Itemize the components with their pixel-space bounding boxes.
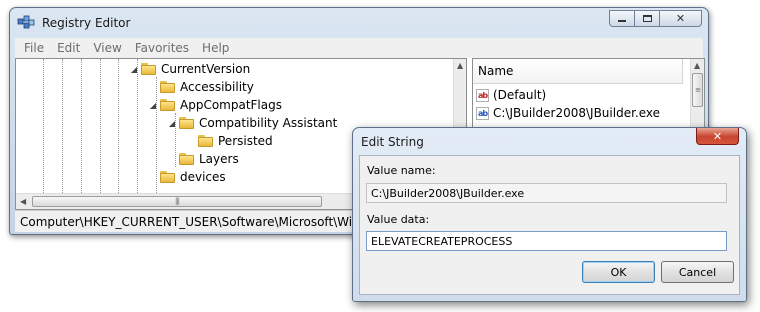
menu-file[interactable]: File: [24, 41, 44, 55]
maximize-icon: [642, 15, 652, 22]
collapse-arrow-icon[interactable]: ◢: [148, 101, 158, 110]
horizontal-scroll-thumb[interactable]: |||: [32, 196, 322, 207]
tree-item-compatibility-assistant[interactable]: ◢ Compatibility Assistant: [167, 114, 337, 132]
tree-item-label: Layers: [199, 152, 239, 166]
tree-item-persisted[interactable]: Persisted: [186, 132, 273, 150]
close-button[interactable]: ✕: [659, 10, 702, 27]
menu-favorites[interactable]: Favorites: [135, 41, 189, 55]
caption-buttons: ✕: [609, 10, 702, 27]
scroll-up-icon[interactable]: ▲: [694, 61, 700, 70]
list-item-label: C:\JBuilder2008\JBuilder.exe: [493, 106, 661, 120]
tree-item-currentversion[interactable]: ◢ CurrentVersion: [129, 60, 250, 78]
tree-item-label: devices: [180, 170, 226, 184]
dialog-title: Edit String: [361, 135, 424, 149]
tree-guide-line: [81, 59, 82, 193]
minimize-icon: [618, 20, 626, 22]
minimize-button[interactable]: [609, 10, 635, 27]
ok-button[interactable]: OK: [582, 261, 655, 283]
dialog-close-button[interactable]: ✕: [696, 128, 739, 145]
folder-icon: [179, 153, 194, 165]
maximize-button[interactable]: [634, 10, 660, 27]
folder-icon: [198, 135, 213, 147]
list-item-default[interactable]: ab (Default): [476, 86, 546, 104]
value-data-label: Value data:: [367, 213, 430, 226]
edit-string-dialog: Edit String ✕ Value name: C:\JBuilder200…: [352, 127, 747, 302]
vertical-scroll-thumb[interactable]: ≡: [692, 73, 703, 107]
tree-item-label: CurrentVersion: [161, 62, 251, 76]
tree-guide-line: [62, 59, 63, 193]
value-name-field: C:\JBuilder2008\JBuilder.exe: [366, 183, 727, 203]
value-data-input[interactable]: [366, 231, 727, 251]
tree-item-appcompatflags[interactable]: ◢ AppCompatFlags: [148, 96, 282, 114]
scroll-left-icon[interactable]: ◀: [20, 197, 26, 206]
tree-item-devices[interactable]: devices: [148, 168, 226, 186]
folder-open-icon: [179, 117, 194, 129]
ab-string-icon: ab: [476, 88, 489, 102]
tree-item-label: AppCompatFlags: [180, 98, 282, 112]
menu-edit[interactable]: Edit: [57, 41, 80, 55]
menu-view[interactable]: View: [93, 41, 121, 55]
dialog-body: Value name: C:\JBuilder2008\JBuilder.exe…: [359, 155, 740, 295]
grip-icon: ≡: [695, 85, 701, 94]
tree-guide-line: [118, 59, 119, 193]
menu-bar: File Edit View Favorites Help: [15, 38, 703, 58]
collapse-arrow-icon[interactable]: ◢: [129, 65, 139, 74]
tree-item-label: Persisted: [218, 134, 273, 148]
registry-editor-icon: [17, 15, 35, 29]
folder-icon: [160, 81, 175, 93]
folder-icon: [160, 171, 175, 183]
title-bar[interactable]: Registry Editor ✕: [10, 8, 708, 38]
list-item-label: (Default): [493, 88, 547, 102]
tree-item-accessibility[interactable]: Accessibility: [148, 78, 254, 96]
folder-open-icon: [160, 99, 175, 111]
tree-item-label: Accessibility: [180, 80, 254, 94]
cancel-button[interactable]: Cancel: [661, 261, 734, 283]
tree-item-layers[interactable]: Layers: [167, 150, 239, 168]
tree-guide-line: [100, 59, 101, 193]
value-name-label: Value name:: [367, 164, 436, 177]
collapse-arrow-icon[interactable]: ◢: [167, 119, 177, 128]
ab-string-icon: ab: [476, 106, 489, 120]
tree-item-label: Compatibility Assistant: [199, 116, 338, 130]
close-icon: ✕: [712, 129, 723, 143]
window-title: Registry Editor: [42, 16, 131, 30]
folder-open-icon: [141, 63, 156, 75]
menu-help[interactable]: Help: [202, 41, 229, 55]
column-header-name[interactable]: Name: [473, 59, 683, 84]
scroll-up-icon[interactable]: ▲: [457, 61, 463, 70]
list-item-jbuilder[interactable]: ab C:\JBuilder2008\JBuilder.exe: [476, 104, 660, 122]
tree-guide-line: [43, 59, 44, 193]
grip-icon: |||: [174, 197, 180, 205]
tree-guide-line: [137, 59, 138, 193]
close-icon: ✕: [675, 12, 686, 25]
